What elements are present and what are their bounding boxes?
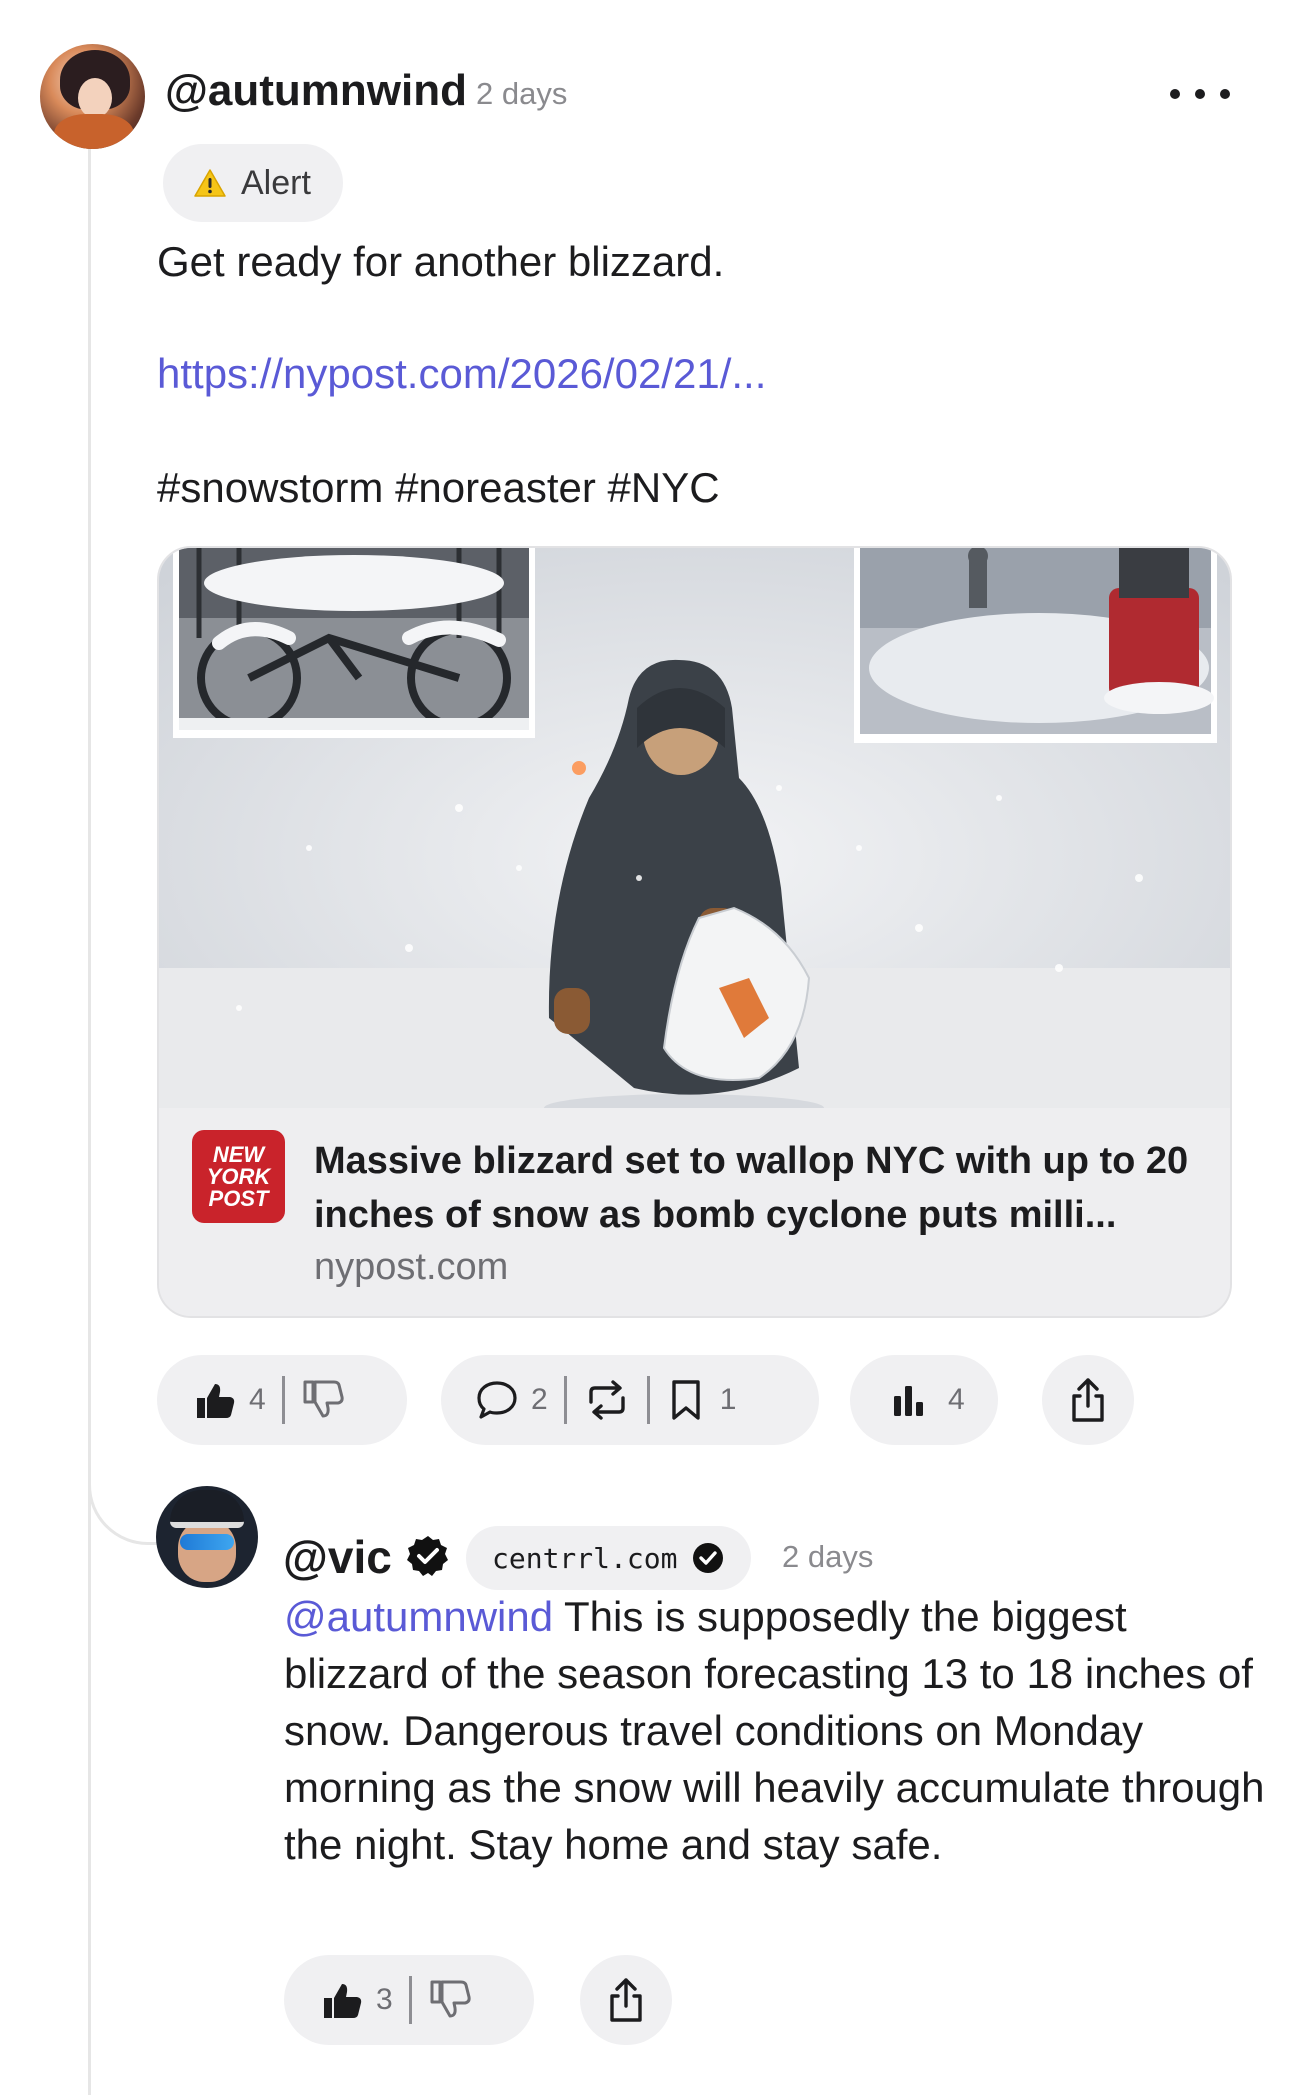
verified-check-icon (693, 1543, 724, 1573)
divider (408, 1976, 412, 2024)
post-text: Get ready for another blizzard. (157, 238, 725, 285)
more-options-button[interactable] (1170, 82, 1230, 106)
warning-icon (194, 169, 226, 197)
dot-icon (1220, 89, 1230, 99)
bookmark-icon[interactable] (666, 1378, 706, 1422)
comment-count: 2 (531, 1383, 548, 1416)
alert-tag-label: Alert (241, 163, 311, 202)
reply-timestamp: 2 days (782, 1539, 874, 1574)
thumbs-up-icon[interactable] (193, 1378, 237, 1422)
vote-pill: 4 (157, 1355, 407, 1445)
share-button[interactable] (1042, 1355, 1134, 1445)
view-count: 4 (948, 1383, 965, 1416)
link-preview-footer: NEW YORK POST Massive blizzard set to wa… (159, 1108, 1230, 1316)
avatar-sunglasses (180, 1534, 234, 1550)
vote-pill: 3 (284, 1955, 534, 2045)
blizzard-photo (159, 548, 1230, 1108)
reply-username[interactable]: @vic (283, 1530, 392, 1584)
thumbs-down-icon[interactable] (428, 1978, 472, 2022)
bar-chart-icon (890, 1380, 930, 1420)
avatar-cap (170, 1490, 244, 1528)
link-preview-domain: nypost.com (314, 1246, 509, 1288)
thumbs-up-icon[interactable] (320, 1978, 364, 2022)
bookmark-count: 1 (719, 1383, 737, 1416)
share-icon (606, 1976, 646, 2024)
divider (563, 1376, 567, 1424)
share-icon (1068, 1376, 1108, 1424)
share-button[interactable] (580, 1955, 672, 2045)
divider (646, 1376, 650, 1424)
domain-badge[interactable]: centrrl.com (466, 1526, 752, 1590)
avatar-coat (54, 114, 134, 149)
comment-icon[interactable] (475, 1378, 519, 1422)
like-count: 4 (249, 1383, 266, 1416)
link-preview-image (159, 548, 1230, 1108)
avatar-face (178, 1520, 236, 1582)
avatar[interactable] (40, 44, 145, 149)
mention-link[interactable]: @autumnwind (284, 1593, 553, 1640)
avatar[interactable] (156, 1486, 258, 1588)
dot-icon (1170, 89, 1180, 99)
engagement-pill: 2 1 (441, 1355, 819, 1445)
thumbs-down-icon[interactable] (301, 1378, 345, 1422)
post-hashtags[interactable]: #snowstorm #noreaster #NYC (157, 464, 720, 512)
thread-line (88, 148, 91, 1548)
verified-badge-icon (407, 1536, 448, 1576)
thread-line (88, 1540, 91, 2095)
domain-label: centrrl.com (492, 1541, 678, 1575)
link-preview-title: Massive blizzard set to wallop NYC with … (314, 1140, 1189, 1236)
post-link[interactable]: https://nypost.com/2026/02/21/... (157, 350, 766, 398)
link-preview-card[interactable]: NEW YORK POST Massive blizzard set to wa… (157, 546, 1232, 1318)
alert-tag[interactable]: Alert (163, 144, 343, 222)
dot-icon (1195, 89, 1205, 99)
reply-text: @autumnwind This is supposedly the bigge… (284, 1588, 1274, 1873)
post-username[interactable]: @autumnwind (165, 66, 467, 116)
divider (281, 1376, 285, 1424)
like-count: 3 (376, 1983, 393, 2016)
post-timestamp: 2 days (476, 76, 568, 111)
avatar-face (78, 78, 112, 118)
nypost-logo: NEW YORK POST (192, 1130, 285, 1223)
repost-icon[interactable] (583, 1378, 631, 1422)
views-pill[interactable]: 4 (850, 1355, 998, 1445)
